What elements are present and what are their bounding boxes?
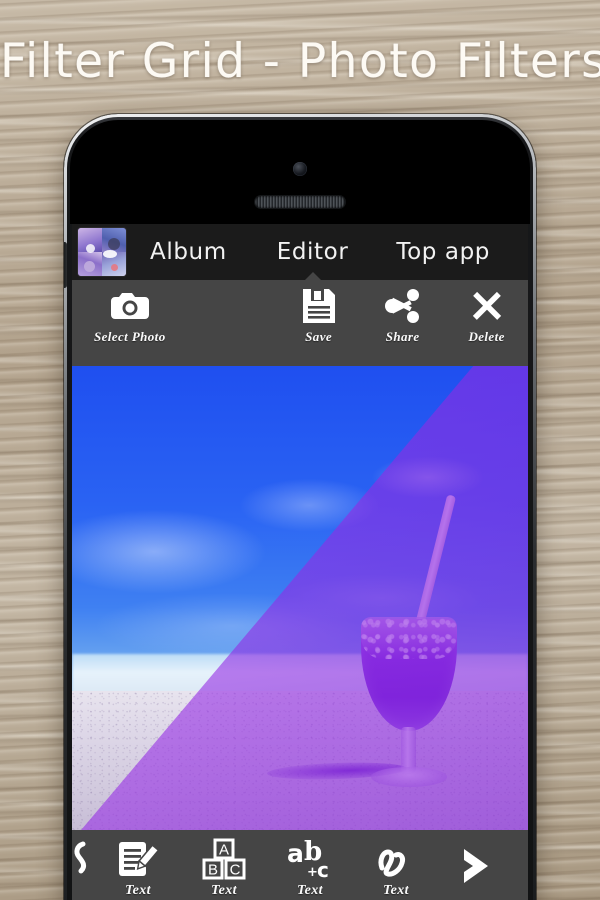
close-x-icon	[464, 286, 510, 326]
front-camera-icon	[293, 162, 307, 176]
text-tool-abc-blocks[interactable]: A B C Text	[198, 830, 250, 899]
camera-icon	[107, 286, 153, 326]
nav-item-editor[interactable]: Editor	[276, 239, 349, 281]
delete-button[interactable]: Delete	[464, 280, 510, 345]
text-tool-script[interactable]: Text	[370, 830, 422, 899]
abc-blocks-icon: A B C	[198, 838, 250, 882]
photo-preview[interactable]	[72, 366, 528, 830]
floppy-disk-icon	[296, 286, 342, 326]
share-label: Share	[385, 329, 420, 344]
text-tool-abc-lowercase[interactable]: a b + c Text	[284, 830, 336, 899]
phone-mockup: Album Editor Top app Select Photo Save S…	[64, 114, 536, 900]
nav-item-editor-label: Editor	[276, 239, 349, 265]
phone-screen: Album Editor Top app Select Photo Save S…	[72, 224, 528, 900]
text-tool-notepad-label: Text	[125, 883, 151, 898]
app-icon[interactable]	[78, 228, 126, 276]
share-nodes-icon	[380, 286, 426, 326]
select-photo-label: Select Photo	[94, 329, 166, 344]
app-navbar: Album Editor Top app	[72, 224, 528, 281]
next-tools-button[interactable]	[450, 830, 502, 888]
save-label: Save	[305, 329, 333, 344]
text-tool-strip: r	[72, 830, 528, 900]
partial-text-icon	[72, 838, 89, 882]
svg-text:a: a	[287, 839, 304, 868]
text-tool-partial[interactable]: r	[72, 830, 90, 899]
nav-item-album[interactable]: Album	[150, 239, 227, 265]
delete-label: Delete	[468, 329, 505, 344]
text-tool-script-label: Text	[383, 883, 409, 898]
volume-button[interactable]	[64, 242, 67, 288]
chevron-right-icon	[450, 844, 502, 888]
svg-text:C: C	[230, 862, 241, 879]
notepad-pencil-icon	[112, 838, 164, 882]
phone-top-bezel	[70, 120, 530, 224]
page-title: Filter Grid - Photo Filters	[0, 34, 600, 89]
share-button[interactable]: Share	[380, 280, 426, 345]
action-toolbar: Select Photo Save Share Delete	[72, 280, 528, 366]
select-photo-button[interactable]: Select Photo	[94, 280, 166, 345]
svg-text:A: A	[219, 842, 229, 859]
save-button[interactable]: Save	[296, 280, 342, 345]
script-squiggle-icon	[370, 838, 422, 882]
nav-item-top-app[interactable]: Top app	[396, 239, 490, 265]
earpiece-speaker	[255, 196, 345, 208]
text-tool-abc-lowercase-label: Text	[297, 883, 323, 898]
text-tool-notepad[interactable]: Text	[112, 830, 164, 899]
abc-lowercase-icon: a b + c	[284, 838, 336, 882]
screenshot-stage: Filter Grid - Photo Filters Album Editor	[0, 0, 600, 900]
svg-text:B: B	[208, 862, 218, 879]
svg-text:c: c	[317, 858, 329, 882]
text-tool-abc-blocks-label: Text	[211, 883, 237, 898]
